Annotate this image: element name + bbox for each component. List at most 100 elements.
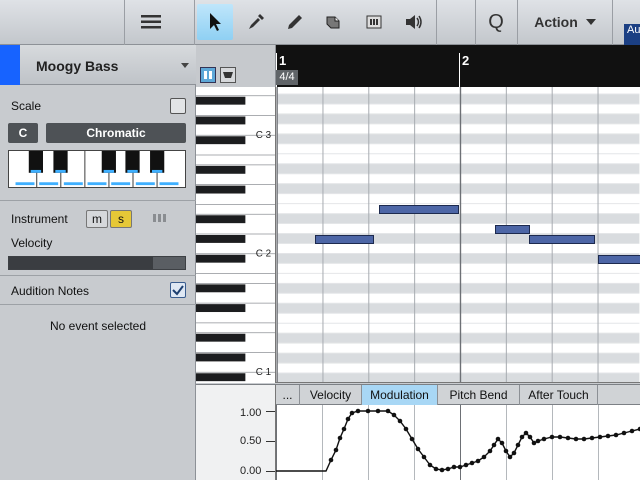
menu-button[interactable] (133, 4, 169, 40)
automation-lane-tabs: ... Velocity Modulation Pitch Bend After… (276, 384, 640, 405)
automation-point (531, 440, 537, 446)
mute-button[interactable]: m (86, 210, 108, 228)
grid-row (276, 133, 640, 144)
automation-point (463, 462, 469, 468)
track-header[interactable]: Moogy Bass (0, 45, 196, 85)
black-key (196, 254, 246, 263)
lane-more-button[interactable]: ... (276, 385, 300, 405)
grid-row (276, 183, 640, 194)
bar-marker (459, 53, 460, 87)
automation-point (589, 435, 595, 441)
grid-row (276, 313, 640, 324)
automation-point (433, 466, 439, 472)
grid-row (276, 273, 640, 284)
grid-row (276, 283, 640, 294)
note-event[interactable] (598, 255, 640, 264)
automation-point (523, 430, 529, 436)
grid-row (276, 143, 640, 154)
drum-icon (223, 72, 233, 78)
grid-row (276, 113, 640, 124)
tab-after-touch[interactable]: After Touch (520, 385, 598, 405)
key-root-button[interactable]: C (8, 123, 38, 143)
audition-notes-checkbox[interactable] (170, 282, 186, 298)
checkmark-icon (172, 285, 184, 296)
chevron-down-icon[interactable] (181, 63, 189, 68)
automation-point (345, 416, 351, 422)
grid-row (276, 253, 640, 264)
note-view-button[interactable] (200, 67, 216, 83)
black-key (196, 185, 246, 194)
arrow-tool[interactable] (197, 4, 233, 40)
quantize-button[interactable]: Q (478, 4, 514, 40)
timeline-ruler[interactable]: 1 2 (276, 45, 640, 87)
velocity-fill (9, 257, 154, 269)
scale-type-selector[interactable]: Chromatic (46, 123, 186, 143)
eraser-tool[interactable] (317, 4, 353, 40)
automation-point (565, 435, 571, 441)
piano-keyboard[interactable]: C 3 C 2 C 1 (196, 87, 276, 383)
note-event[interactable] (315, 235, 374, 244)
automation-point (605, 433, 611, 439)
automation-point (597, 434, 603, 440)
time-signature: 4/4 (276, 70, 298, 85)
action-menu-button[interactable]: Action (520, 4, 610, 40)
automation-point (621, 430, 627, 436)
automation-point (451, 464, 457, 470)
note-event[interactable] (495, 225, 530, 234)
grid-row (276, 373, 640, 382)
track-name: Moogy Bass (36, 58, 119, 74)
automation-point (527, 434, 533, 440)
track-color-swatch (0, 45, 20, 85)
automation-point (427, 462, 433, 468)
automation-point (519, 434, 525, 440)
modulation-graph[interactable] (276, 405, 640, 480)
inspector-panel: Moogy Bass Scale C Chromatic Instrument … (0, 45, 196, 480)
menu-cell (125, 0, 195, 45)
grid-row (276, 303, 640, 314)
speaker-icon (406, 15, 422, 29)
note-event[interactable] (529, 235, 595, 244)
axis-tick (266, 471, 275, 472)
automation-point (515, 442, 521, 448)
caret-down-icon (585, 19, 596, 25)
drum-view-button[interactable] (220, 67, 236, 83)
velocity-slider[interactable] (8, 256, 186, 270)
listen-tool[interactable] (396, 4, 432, 40)
automation-point (457, 464, 463, 470)
tab-modulation[interactable]: Modulation (362, 385, 438, 405)
note-event[interactable] (379, 205, 459, 214)
eyedropper-tool[interactable] (238, 4, 274, 40)
black-key (196, 96, 246, 105)
black-key (196, 284, 246, 293)
velocity-label: Velocity (11, 236, 53, 250)
solo-button[interactable]: s (110, 210, 132, 228)
scale-label: Scale (11, 99, 42, 113)
audition-notes-label: Audition Notes (11, 284, 90, 298)
automation-point (421, 454, 427, 460)
automation-point (415, 446, 421, 452)
grid-row (276, 323, 640, 334)
automation-point (535, 438, 541, 444)
piano-header (196, 45, 276, 87)
automation-point (403, 426, 409, 432)
toolbar-spacer (0, 0, 125, 45)
grid-row (276, 93, 640, 104)
automation-point (445, 466, 451, 472)
scale-checkbox[interactable] (170, 98, 186, 114)
pencil-tool[interactable] (277, 4, 313, 40)
tab-velocity[interactable]: Velocity (300, 385, 362, 405)
grid-row (276, 163, 640, 174)
automation-point (341, 426, 347, 432)
automation-point (541, 436, 547, 442)
lane-scale-panel: 1.00 0.50 0.00 (196, 384, 276, 480)
meter-icon (153, 214, 166, 222)
grid-row (276, 193, 640, 204)
divider (0, 275, 196, 276)
bar-number: 1 (279, 53, 287, 68)
mute-tool[interactable] (356, 4, 392, 40)
tab-pitch-bend[interactable]: Pitch Bend (438, 385, 520, 405)
scale-keyboard[interactable] (8, 150, 186, 188)
automation-point (409, 436, 415, 442)
automation-point (581, 436, 587, 442)
automation-point (613, 432, 619, 438)
